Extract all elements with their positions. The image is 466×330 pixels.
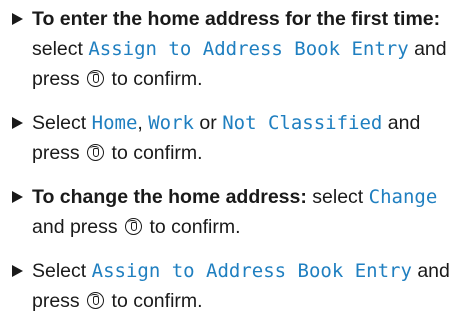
step-text: to confirm. — [106, 142, 203, 164]
bullet-triangle-icon — [12, 265, 23, 277]
step-text: to confirm. — [106, 68, 203, 90]
step-lead: To enter the home address for the first … — [32, 8, 441, 30]
menu-option: Not Classified — [222, 112, 383, 134]
step-text: or — [194, 112, 223, 134]
bullet-triangle-icon — [12, 13, 23, 25]
step-text: and press — [32, 216, 124, 238]
menu-option: Assign to Address Book Entry — [91, 260, 412, 282]
step-text: select — [306, 186, 369, 208]
instruction-list: To enter the home address for the first … — [12, 4, 462, 330]
menu-option: Assign to Address Book Entry — [88, 38, 409, 60]
step-text: Select — [32, 112, 92, 134]
step-text: to confirm. — [144, 216, 241, 238]
menu-option: Home — [91, 112, 138, 134]
controller-press-icon — [87, 292, 105, 309]
controller-press-icon — [87, 144, 105, 161]
step-text: Select — [32, 260, 92, 282]
step-text: select — [32, 38, 89, 60]
menu-option: Work — [148, 112, 194, 134]
menu-option: Change — [368, 186, 438, 208]
bullet-triangle-icon — [12, 117, 23, 129]
controller-press-icon — [87, 70, 105, 87]
list-item: Select Assign to Address Book Entry and … — [12, 256, 462, 316]
step-text: to confirm. — [106, 290, 203, 312]
step-lead: To change the home address: — [32, 186, 307, 208]
step-text: , — [137, 112, 149, 134]
bullet-triangle-icon — [12, 191, 23, 203]
list-item: To change the home address: select Chang… — [12, 182, 462, 242]
list-item: To enter the home address for the first … — [12, 4, 462, 94]
list-item: Select Home, Work or Not Classified and … — [12, 108, 462, 168]
controller-press-icon — [125, 218, 143, 235]
